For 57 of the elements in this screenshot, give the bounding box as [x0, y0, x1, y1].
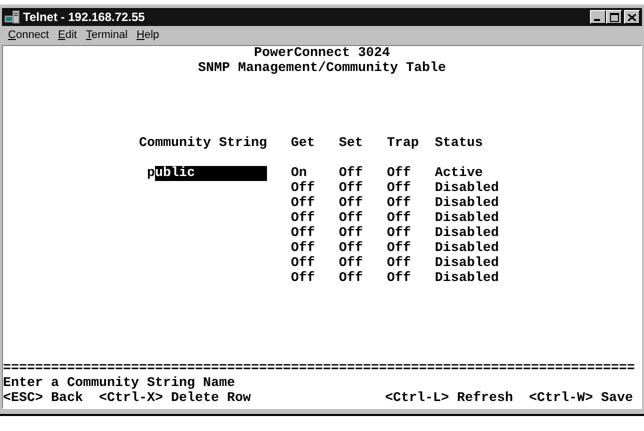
- table-cell: On: [290, 166, 307, 181]
- prompt-text: Enter a Community String Name: [3, 376, 235, 391]
- table-cell: Disabled: [434, 241, 499, 256]
- menu-item[interactable]: Help: [136, 29, 160, 41]
- screen-title: PowerConnect 3024: [254, 46, 390, 61]
- table-cell: Off: [338, 256, 363, 271]
- menu-item[interactable]: Terminal: [86, 29, 128, 41]
- table-cell: Off: [338, 271, 363, 286]
- minimize-button[interactable]: [590, 10, 606, 24]
- separator-line: ===============================================================================: [3, 361, 635, 376]
- table-cell: Off: [290, 226, 315, 241]
- screen-subtitle: SNMP Management/Community Table: [198, 61, 446, 76]
- table-cell: Off: [386, 166, 411, 181]
- community-string-field[interactable]: public: [146, 166, 267, 181]
- table-cell: Disabled: [434, 181, 499, 196]
- key-hint: <Ctrl-X> Delete Row: [98, 391, 251, 406]
- table-cell: Off: [386, 211, 411, 226]
- close-button[interactable]: [624, 10, 640, 24]
- table-cell: Off: [338, 196, 363, 211]
- table-cell: Disabled: [434, 211, 499, 226]
- table-cell: Off: [290, 256, 315, 271]
- table-cell: Disabled: [434, 226, 499, 241]
- close-icon: [628, 14, 636, 20]
- table-cell: Off: [386, 256, 411, 271]
- column-header: Trap: [386, 136, 419, 151]
- table-cell: Off: [290, 241, 315, 256]
- table-cell: Off: [386, 271, 411, 286]
- table-cell: Off: [386, 226, 411, 241]
- key-hint: <Ctrl-L> Refresh: [385, 391, 514, 406]
- column-header: Community String: [138, 136, 268, 151]
- table-cell: Off: [290, 271, 315, 286]
- column-header: Set: [338, 136, 363, 151]
- column-header: Get: [290, 136, 315, 151]
- table-cell: Off: [290, 196, 315, 211]
- maximize-icon: [610, 12, 618, 22]
- computer-icon: [4, 10, 20, 24]
- key-hint: <ESC> Back: [3, 391, 83, 406]
- menu-item[interactable]: Edit: [58, 29, 77, 41]
- table-cell: Off: [386, 196, 411, 211]
- table-cell: Off: [386, 181, 411, 196]
- maximize-button[interactable]: [606, 10, 622, 24]
- table-cell: Off: [290, 181, 315, 196]
- table-cell: Off: [338, 211, 363, 226]
- table-cell: Disabled: [434, 271, 499, 286]
- menu-item[interactable]: Connect: [8, 29, 49, 41]
- key-hint: <Ctrl-W> Save: [529, 391, 634, 406]
- table-cell: Off: [338, 166, 363, 181]
- window-title: Telnet - 192.168.72.55: [23, 10, 145, 24]
- column-header: Status: [434, 136, 483, 151]
- table-cell: Off: [386, 241, 411, 256]
- table-cell: Active: [434, 166, 483, 181]
- table-cell: Off: [338, 241, 363, 256]
- table-cell: Off: [338, 181, 363, 196]
- table-cell: Disabled: [434, 256, 499, 271]
- table-cell: Disabled: [434, 196, 499, 211]
- table-cell: Off: [290, 211, 315, 226]
- table-cell: Off: [338, 226, 363, 241]
